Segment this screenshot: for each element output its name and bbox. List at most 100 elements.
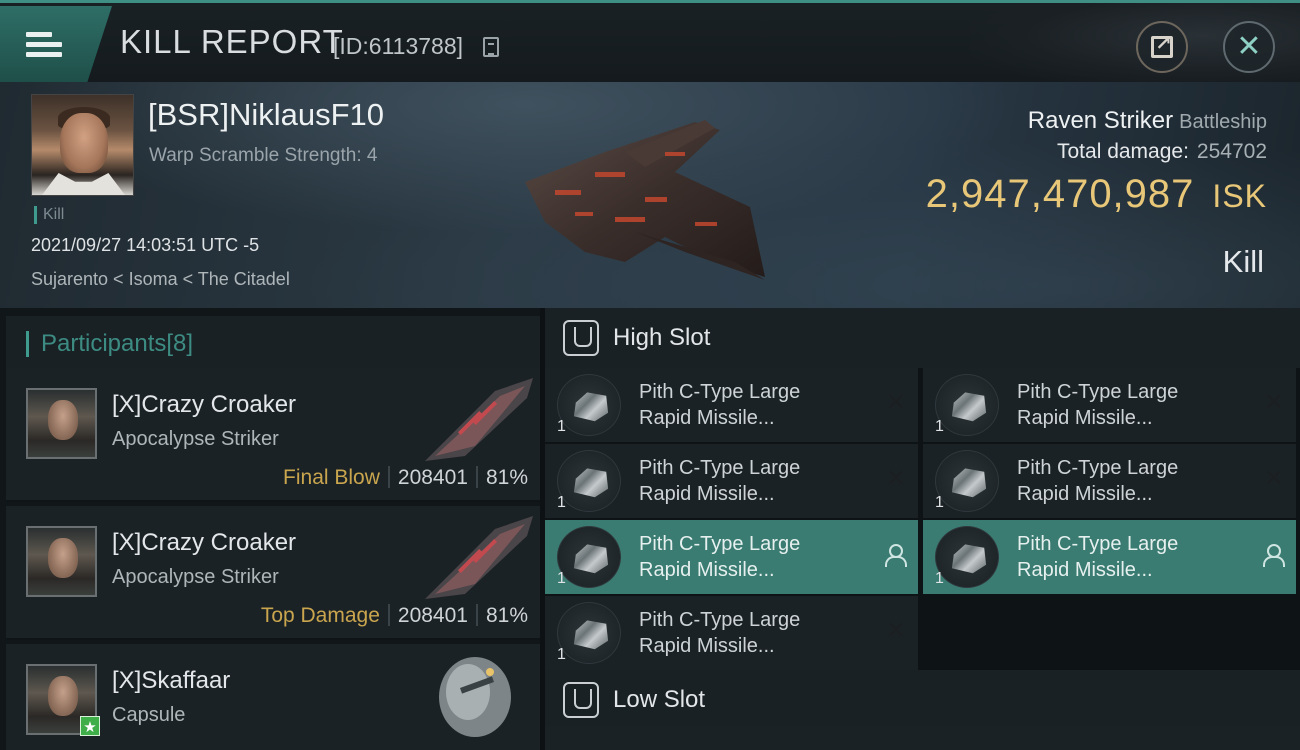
victim-ship-name[interactable]: Raven Striker	[1028, 107, 1173, 134]
module-item[interactable]: 1 Pith C-Type Large Rapid Missile... ✕	[923, 444, 1296, 518]
module-item[interactable]: 1 Pith C-Type Large Rapid Missile...	[923, 520, 1296, 594]
destroyed-x-icon: ✕	[1263, 464, 1284, 492]
module-name-line2: Rapid Missile...	[639, 635, 775, 657]
low-slot-header: Low Slot	[545, 670, 1300, 730]
low-slot-icon	[563, 682, 599, 718]
participant-card[interactable]: [X]Crazy Croaker Apocalypse Striker Top …	[6, 506, 540, 640]
participant-ship-image	[425, 378, 533, 461]
module-name-line2: Rapid Missile...	[639, 483, 775, 505]
destroyed-x-icon: ✕	[885, 388, 906, 416]
module-quantity: 1	[935, 570, 944, 587]
participant-stats: Final Blow 208401 81%	[283, 466, 528, 490]
module-name-line2: Rapid Missile...	[1017, 559, 1153, 581]
module-item[interactable]: 1 Pith C-Type Large Rapid Missile... ✕	[923, 368, 1296, 442]
launcher-shape	[951, 392, 987, 422]
destroyed-x-icon: ✕	[885, 464, 906, 492]
participant-ship-image	[425, 516, 533, 599]
victim-name[interactable]: [BSR]NiklausF10	[148, 97, 384, 133]
missile-launcher-icon	[557, 526, 621, 588]
participant-name: [X]Crazy Croaker	[112, 529, 297, 556]
star-icon: ★	[80, 716, 100, 736]
module-name: Pith C-Type Large Rapid Missile...	[639, 455, 879, 507]
victim-ship-line: Raven Striker Battleship	[1028, 107, 1267, 135]
module-item[interactable]: 1 Pith C-Type Large Rapid Missile... ✕	[545, 596, 918, 670]
kill-tag: Kill	[34, 206, 64, 224]
page-title: KILL REPORT	[120, 23, 344, 60]
final-blow-tag: Final Blow	[283, 466, 380, 489]
low-slot-modules-peek[interactable]	[545, 726, 1300, 750]
victim-ship-image[interactable]	[515, 112, 775, 282]
launcher-shape	[573, 620, 609, 650]
menu-button[interactable]	[0, 6, 112, 82]
stats-separator	[475, 466, 478, 488]
total-damage-value: 254702	[1196, 140, 1267, 163]
participant-card[interactable]: ★ [X]Skaffaar Capsule	[6, 644, 540, 750]
destroyed-x-icon: ✕	[885, 616, 906, 644]
isk-value: 2,947,470,987	[925, 172, 1195, 216]
share-icon	[1151, 31, 1173, 58]
launcher-shape	[573, 544, 609, 574]
warp-scramble-strength: Warp Scramble Strength: 4	[149, 145, 378, 166]
launcher-shape	[573, 468, 609, 498]
module-quantity: 1	[557, 418, 566, 435]
participants-accent-bar	[26, 331, 29, 357]
module-quantity: 1	[935, 494, 944, 511]
top-damage-tag: Top Damage	[260, 604, 380, 627]
module-name: Pith C-Type Large Rapid Missile...	[639, 607, 879, 659]
missile-launcher-icon	[935, 526, 999, 588]
participant-damage: 208401	[397, 466, 468, 489]
participant-damage: 208401	[397, 604, 468, 627]
module-name: Pith C-Type Large Rapid Missile...	[1017, 379, 1257, 431]
close-button[interactable]: ✕	[1223, 21, 1275, 73]
hamburger-menu-icon	[26, 27, 62, 62]
participant-ship: Apocalypse Striker	[112, 428, 279, 450]
module-quantity: 1	[557, 646, 566, 663]
kill-result: Kill	[1222, 244, 1264, 279]
module-item[interactable]: 1 Pith C-Type Large Rapid Missile... ✕	[545, 444, 918, 518]
module-item[interactable]: 1 Pith C-Type Large Rapid Missile... ✕	[545, 368, 918, 442]
participants-panel: Participants [8] [X]Crazy Croaker Apocaly…	[0, 308, 540, 750]
participant-ship: Capsule	[112, 704, 186, 726]
participant-name: [X]Crazy Croaker	[112, 391, 297, 418]
participants-label: Participants	[41, 330, 167, 357]
copy-icon[interactable]	[483, 37, 499, 57]
module-name-line1: Pith C-Type Large	[639, 381, 801, 403]
module-name-line2: Rapid Missile...	[639, 407, 775, 429]
missile-launcher-icon	[557, 450, 621, 512]
isk-unit: ISK	[1212, 178, 1267, 214]
destroyed-x-icon: ✕	[1263, 388, 1284, 416]
avatar-face	[48, 400, 78, 440]
participant-avatar	[26, 526, 97, 597]
module-name-line1: Pith C-Type Large	[1017, 457, 1179, 479]
high-slot-header: High Slot	[545, 308, 1300, 368]
low-slot-label: Low Slot	[613, 686, 706, 713]
stats-separator	[387, 604, 390, 626]
launcher-shape	[573, 392, 609, 422]
participant-card[interactable]: [X]Crazy Croaker Apocalypse Striker Fina…	[6, 368, 540, 502]
avatar-face	[48, 538, 78, 578]
participant-percent: 81%	[485, 604, 528, 627]
stats-separator	[475, 604, 478, 626]
module-name-line1: Pith C-Type Large	[639, 609, 801, 631]
victim-ship-class: Battleship	[1179, 111, 1267, 133]
missile-launcher-icon	[557, 374, 621, 436]
module-name-line2: Rapid Missile...	[1017, 407, 1153, 429]
total-damage-line: Total damage: 254702	[1057, 140, 1267, 164]
launcher-shape	[951, 544, 987, 574]
share-button[interactable]	[1136, 21, 1188, 73]
module-name-line1: Pith C-Type Large	[639, 533, 801, 555]
module-name: Pith C-Type Large Rapid Missile...	[639, 531, 879, 583]
module-name-line1: Pith C-Type Large	[639, 457, 801, 479]
victim-portrait[interactable]	[31, 94, 134, 196]
module-item[interactable]: 1 Pith C-Type Large Rapid Missile...	[545, 520, 918, 594]
participants-header[interactable]: Participants [8]	[6, 316, 540, 372]
report-id: [ID:6113788]	[333, 33, 464, 59]
module-name-line2: Rapid Missile...	[639, 559, 775, 581]
participant-avatar	[26, 388, 97, 459]
kill-datetime: 2021/09/27 14:03:51 UTC -5	[31, 235, 260, 255]
missile-launcher-icon	[935, 374, 999, 436]
close-icon: ✕	[1236, 29, 1262, 64]
module-name-line1: Pith C-Type Large	[1017, 533, 1179, 555]
participant-stats: Top Damage 208401 81%	[261, 604, 528, 628]
module-name: Pith C-Type Large Rapid Missile...	[1017, 531, 1257, 583]
